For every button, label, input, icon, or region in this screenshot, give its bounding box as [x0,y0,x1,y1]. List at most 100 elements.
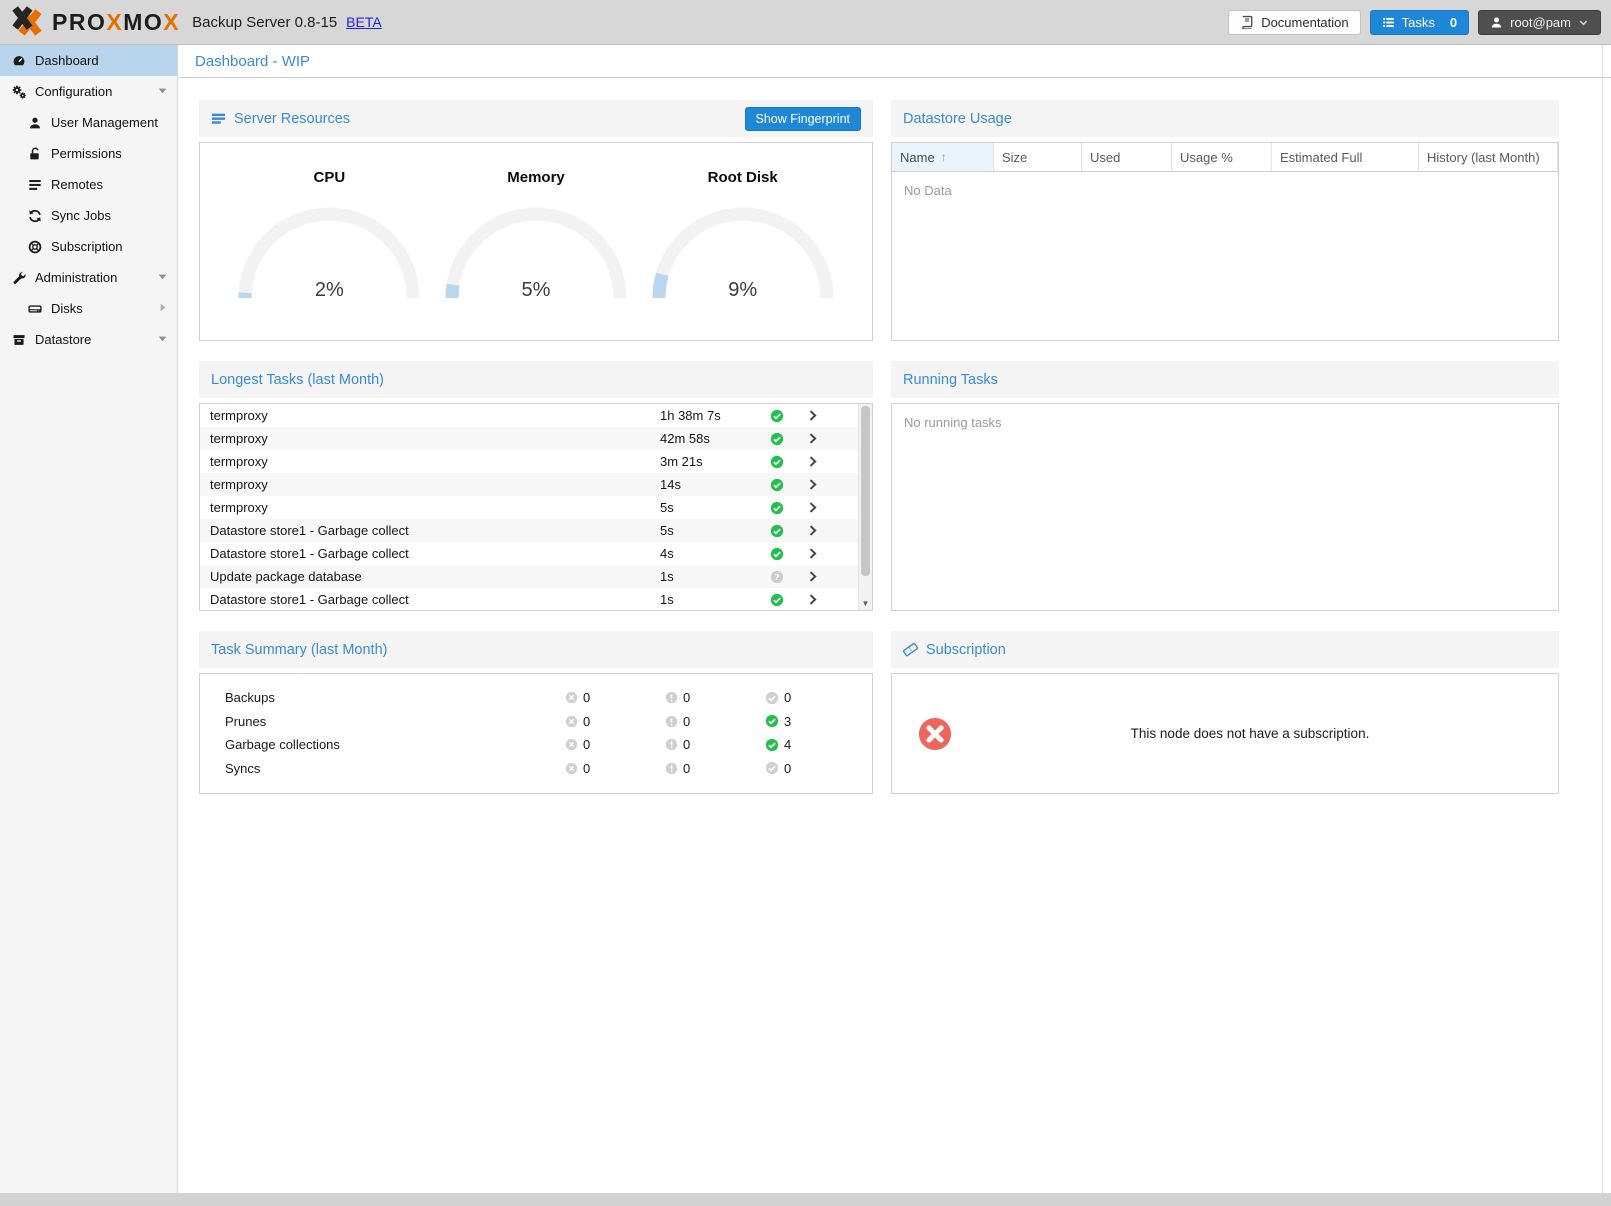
resource-gauges: CPU 2% Memory 5% Root Disk [200,143,872,304]
task-duration: 42m 58s [660,431,770,446]
bottom-strip [0,1193,1611,1206]
sidebar: Dashboard Configuration User Management … [0,45,178,1193]
sidebar-item-administration[interactable]: Administration [0,262,177,293]
unlock-icon [26,147,44,161]
summary-row-backups: Backups 0 0 0 [200,686,872,710]
beta-link[interactable]: BETA [346,14,382,30]
summary-label: Backups [225,690,565,705]
scrollbar-thumb[interactable] [861,406,870,576]
summary-label: Syncs [225,761,565,776]
task-row[interactable]: Datastore store1 - Garbage collect 4s [200,542,872,565]
sidebar-item-permissions[interactable]: Permissions [0,138,177,169]
task-row[interactable]: Datastore store1 - Garbage collect 5s [200,519,872,542]
ok-count-icon [765,691,779,705]
main-content: Dashboard - WIP Server Resources Show Fi… [179,45,1611,1193]
task-row[interactable]: Datastore store1 - Garbage collect 1s [200,588,872,611]
datastore-usage-panel: Datastore Usage Name↑ Size Used Usage % … [891,100,1559,341]
summary-error-cell: 0 [565,737,665,752]
task-row[interactable]: termproxy 42m 58s [200,427,872,450]
task-duration: 3m 21s [660,454,770,469]
user-menu-button[interactable]: root@pam [1478,10,1601,35]
sidebar-item-configuration[interactable]: Configuration [0,76,177,107]
logo-text-segment: X [163,9,180,35]
tasks-scrollbar: ▼ [858,404,872,610]
task-duration: 5s [660,500,770,515]
sidebar-item-subscription[interactable]: Subscription [0,231,177,262]
running-tasks-title: Running Tasks [903,372,998,388]
summary-error-cell: 0 [565,761,665,776]
proxmox-x-logo-icon [10,6,46,38]
sidebar-item-datastore[interactable]: Datastore [0,324,177,355]
sidebar-item-user-management[interactable]: User Management [0,107,177,138]
server-resources-body: CPU 2% Memory 5% Root Disk [199,142,873,341]
sidebar-item-sync-jobs[interactable]: Sync Jobs [0,200,177,231]
longest-tasks-title: Longest Tasks (last Month) [211,372,384,388]
status-ok-icon [770,593,806,607]
warning-count: 0 [683,737,690,752]
summary-error-cell: 0 [565,714,665,729]
column-header-name[interactable]: Name↑ [892,143,994,171]
summary-row-syncs: Syncs 0 0 0 [200,757,872,781]
logo-text-segment: PRO [52,9,106,35]
tasks-button[interactable]: Tasks 0 [1370,10,1469,35]
application-window: PROXMOX Backup Server 0.8-15 BETA Docume… [0,0,1611,1206]
status-ok-icon [770,547,806,561]
server-resources-header: Server Resources Show Fingerprint [199,100,873,137]
running-tasks-panel: Running Tasks No running tasks [891,361,1559,611]
summary-label: Garbage collections [225,737,565,752]
task-row[interactable]: termproxy 1h 38m 7s [200,404,872,427]
support-icon [26,240,44,254]
ok-count: 0 [784,761,791,776]
documentation-button[interactable]: Documentation [1228,10,1360,35]
gauge-cpu: CPU 2% [226,143,433,304]
server-resources-panel: Server Resources Show Fingerprint CPU 2%… [199,100,873,341]
tachometer-icon [10,54,28,68]
show-fingerprint-button[interactable]: Show Fingerprint [745,107,862,131]
scrollbar-down-arrow[interactable]: ▼ [859,597,872,610]
sidebar-item-remotes[interactable]: Remotes [0,169,177,200]
task-list-icon [1382,16,1395,29]
column-header-size[interactable]: Size [994,143,1082,171]
ok-count: 3 [784,714,791,729]
no-subscription-icon [918,717,952,751]
sort-ascending-icon: ↑ [941,150,947,164]
sidebar-item-dashboard[interactable]: Dashboard [0,45,177,76]
datastore-icon [10,333,28,347]
longest-tasks-body: termproxy 1h 38m 7s termproxy 42m 58s te… [199,403,873,611]
summary-error-cell: 0 [565,690,665,705]
task-name: termproxy [210,408,660,423]
error-count: 0 [583,761,590,776]
dashboard-panels: Server Resources Show Fingerprint CPU 2%… [179,78,1611,794]
error-count-icon [565,738,578,751]
subscription-title: Subscription [926,642,1006,658]
warning-count: 0 [683,714,690,729]
sync-icon [26,209,44,223]
summary-warning-cell: 0 [665,761,765,776]
task-duration: 1s [660,569,770,584]
task-name: termproxy [210,431,660,446]
task-row[interactable]: Update package database 1s ? [200,565,872,588]
column-header-estimated-full[interactable]: Estimated Full [1272,143,1419,171]
datastore-usage-header: Datastore Usage [891,100,1559,137]
column-header-used[interactable]: Used [1082,143,1172,171]
gauge-percent-value: 9% [648,279,838,302]
error-count: 0 [583,690,590,705]
sidebar-item-label: Configuration [35,84,112,99]
column-header-history-last-month[interactable]: History (last Month) [1419,143,1558,171]
task-name: termproxy [210,500,660,515]
column-header-usage[interactable]: Usage % [1172,143,1272,171]
sidebar-item-disks[interactable]: Disks [0,293,177,324]
warning-count: 0 [683,761,690,776]
open-task-chevron-icon [806,593,834,606]
ok-count-icon [765,761,779,775]
open-task-chevron-icon [806,524,834,537]
gauge-root-disk: Root Disk 9% [639,143,846,304]
task-row[interactable]: termproxy 14s [200,473,872,496]
task-row[interactable]: termproxy 5s [200,496,872,519]
subscription-message: This node does not have a subscription. [952,726,1558,741]
task-row[interactable]: termproxy 3m 21s [200,450,872,473]
tasks-label: Tasks [1402,15,1435,30]
summary-label: Prunes [225,714,565,729]
sidebar-item-label: Remotes [51,177,103,192]
datastore-empty-text: No Data [892,172,1558,209]
